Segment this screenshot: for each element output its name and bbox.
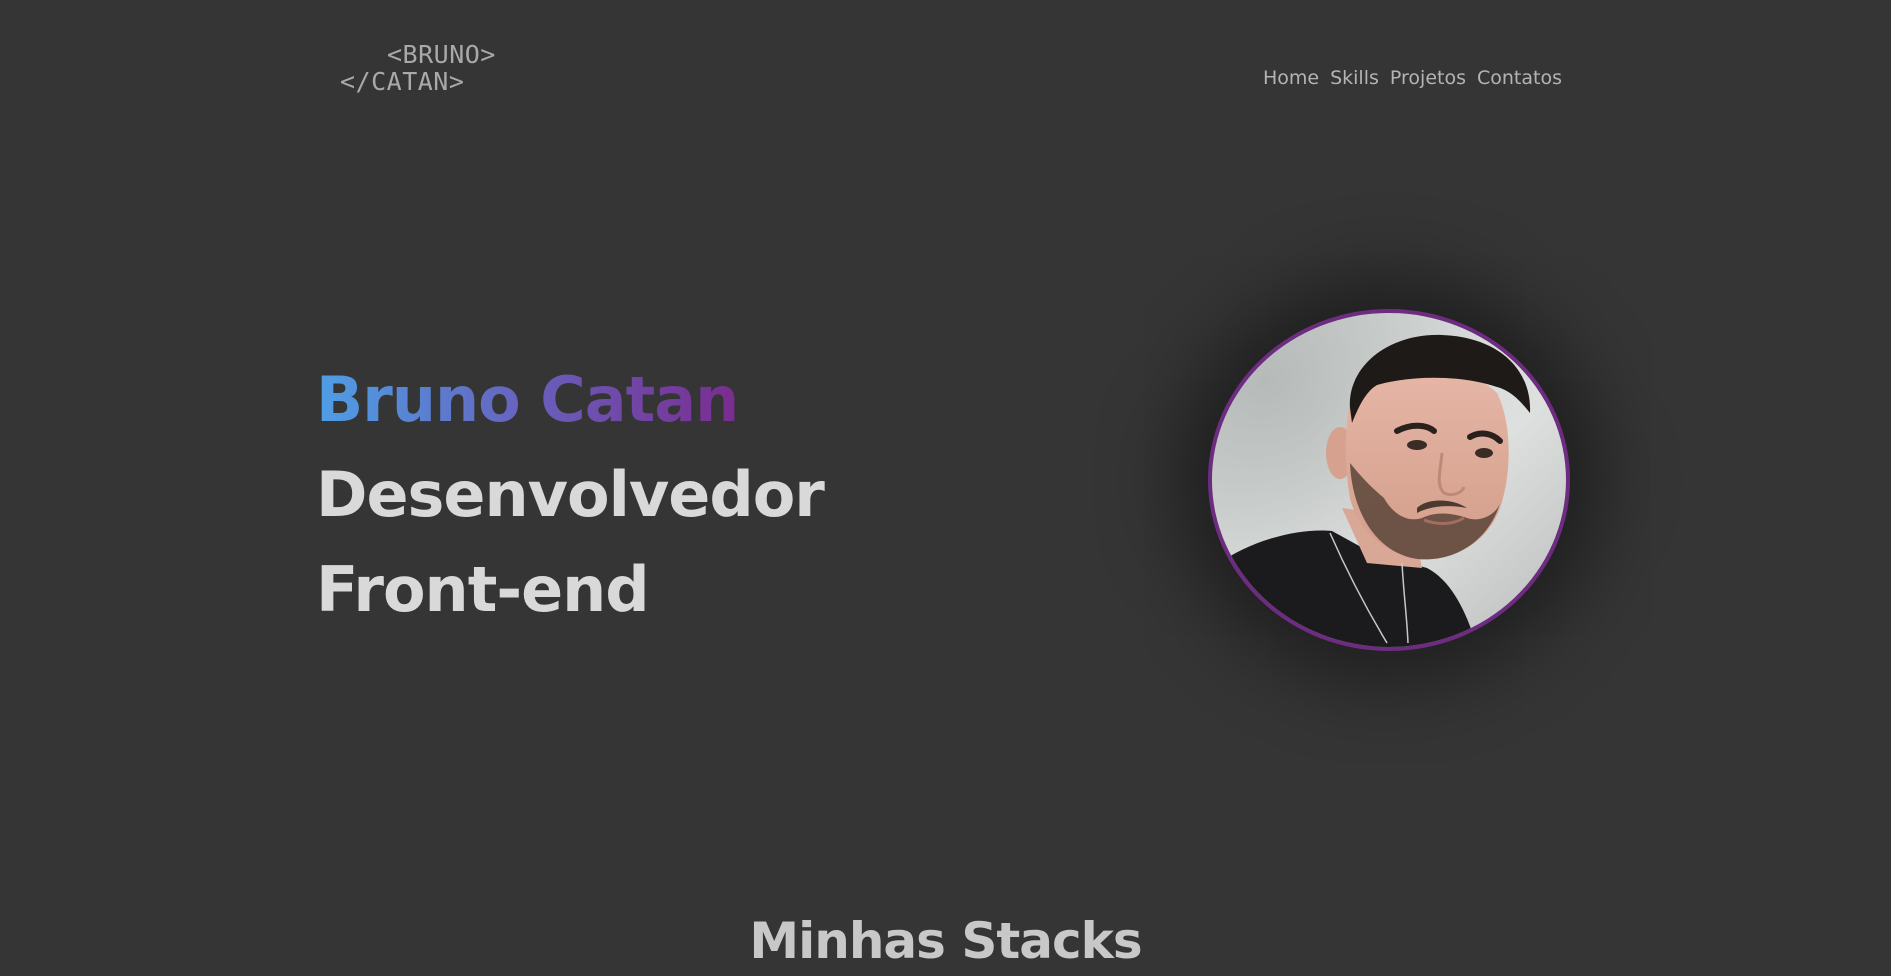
nav-item-skills[interactable]: Skills bbox=[1330, 67, 1379, 89]
stacks-section-title: Minhas Stacks bbox=[749, 912, 1142, 970]
hero-heading: Bruno Catan Desenvolvedor Front-end bbox=[316, 352, 825, 637]
nav-item-contatos[interactable]: Contatos bbox=[1477, 67, 1562, 89]
logo[interactable]: <BRUNO> </CATAN> bbox=[340, 41, 496, 95]
profile-photo-image bbox=[1212, 313, 1566, 647]
nav-item-projetos[interactable]: Projetos bbox=[1390, 67, 1466, 89]
main-nav: Home Skills Projetos Contatos bbox=[1263, 67, 1562, 89]
hero-name: Bruno Catan bbox=[316, 352, 741, 447]
nav-item-home[interactable]: Home bbox=[1263, 67, 1319, 89]
profile-photo bbox=[1208, 309, 1570, 651]
logo-line-1: <BRUNO> bbox=[387, 40, 496, 69]
hero-role-line-2: Front-end bbox=[316, 553, 650, 626]
logo-line-2: </CATAN> bbox=[340, 67, 465, 96]
hero-role-line-1: Desenvolvedor bbox=[316, 458, 825, 531]
hero-name-line: Bruno Catan bbox=[316, 352, 824, 447]
